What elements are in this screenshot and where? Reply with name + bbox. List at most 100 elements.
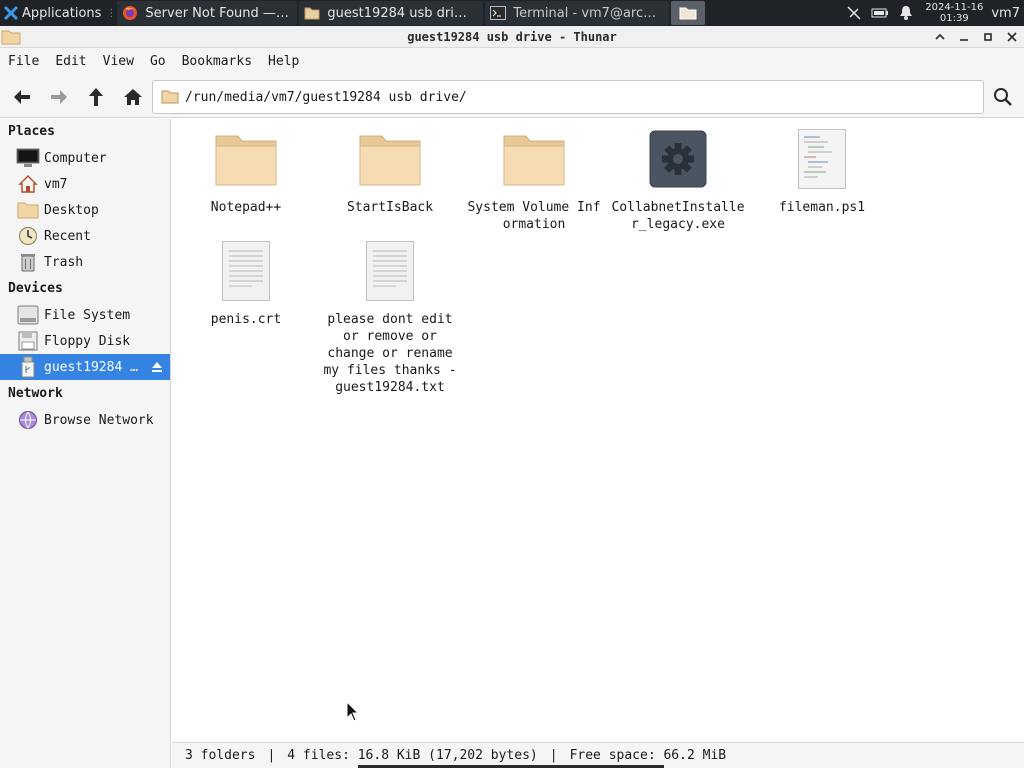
- forward-button[interactable]: [42, 80, 76, 114]
- xfce-logo-icon: [2, 4, 20, 22]
- file-item-text[interactable]: penis.crt: [174, 239, 318, 328]
- terminal-icon: [489, 4, 507, 22]
- clock[interactable]: 2024-11-16 01:39: [925, 2, 983, 24]
- sidebar-item-computer[interactable]: Computer: [0, 145, 170, 171]
- sidebar-item-label: Floppy Disk: [44, 333, 131, 349]
- file-item-executable[interactable]: CollabnetInstaller_legacy.exe: [606, 127, 750, 233]
- sidebar-heading-network: Network: [8, 386, 63, 401]
- eject-icon[interactable]: [148, 358, 166, 376]
- battery-icon[interactable]: [869, 2, 891, 24]
- sidebar-item-label: Browse Network: [44, 412, 154, 428]
- shade-button[interactable]: [928, 26, 952, 48]
- status-free-space: Free space: 66.2 MiB: [569, 748, 727, 763]
- search-button[interactable]: [986, 80, 1020, 114]
- applications-menu-button[interactable]: Applications: [0, 0, 105, 26]
- recent-icon: [16, 225, 40, 247]
- menu-help[interactable]: Help: [260, 48, 307, 76]
- file-name: StartIsBack: [346, 200, 434, 215]
- sidebar-item-floppy[interactable]: Floppy Disk: [0, 328, 170, 354]
- menu-view[interactable]: View: [95, 48, 142, 76]
- taskbar-task-terminal[interactable]: Terminal - vm7@arc…: [485, 1, 670, 25]
- folder-icon: [358, 127, 422, 191]
- close-button[interactable]: [1000, 26, 1024, 48]
- sidebar-item-label: Desktop: [44, 202, 99, 218]
- text-file-icon: [358, 239, 422, 303]
- sidebar-item-file-system[interactable]: File System: [0, 302, 170, 328]
- trash-icon: [16, 251, 40, 273]
- script-file-icon: [790, 127, 854, 191]
- home-icon: [16, 173, 40, 195]
- maximize-button[interactable]: [976, 26, 1000, 48]
- file-name: System Volume Information: [467, 200, 601, 232]
- file-item-folder[interactable]: StartIsBack: [318, 127, 462, 216]
- sidebar-item-desktop[interactable]: Desktop: [0, 197, 170, 223]
- applications-label: Applications: [22, 5, 102, 21]
- firefox-icon: [121, 4, 139, 22]
- taskbar-task-thunar[interactable]: guest19284 usb dri…: [299, 1, 484, 25]
- taskbar-task-firefox[interactable]: Server Not Found —…: [117, 1, 298, 25]
- folder-icon[interactable]: [0, 27, 22, 47]
- sidebar-item-usb-drive[interactable]: guest19284 usb drive: [0, 354, 170, 380]
- sidebar-item-label: File System: [44, 307, 131, 323]
- menu-edit[interactable]: Edit: [47, 48, 94, 76]
- sidebar: Places Computer vm7 Desktop Recent Trash…: [0, 119, 171, 768]
- sidebar-heading-places: Places: [8, 124, 55, 139]
- file-item-text[interactable]: please dont edit or remove or change or …: [318, 239, 462, 396]
- sidebar-item-browse-network[interactable]: Browse Network: [0, 407, 170, 433]
- home-button[interactable]: [116, 80, 150, 114]
- clock-time: 01:39: [939, 13, 969, 24]
- menu-file[interactable]: File: [0, 48, 47, 76]
- sidebar-item-label: Recent: [44, 228, 91, 244]
- file-name: penis.crt: [210, 312, 282, 327]
- clock-date: 2024-11-16: [925, 2, 984, 13]
- file-name: please dont edit or remove or change or …: [323, 312, 457, 395]
- back-button[interactable]: [5, 80, 39, 114]
- taskbar: Applications ⋮ Server Not Found —… guest…: [0, 0, 1024, 26]
- taskbar-workspace-button[interactable]: [671, 1, 706, 25]
- status-separator: |: [549, 748, 558, 763]
- text-file-icon: [214, 239, 278, 303]
- file-view[interactable]: Notepad++ StartIsBack System Volume Info…: [172, 119, 1024, 742]
- status-folders: 3 folders: [185, 748, 256, 763]
- file-item-folder[interactable]: Notepad++: [174, 127, 318, 216]
- sidebar-item-trash[interactable]: Trash: [0, 249, 170, 275]
- computer-icon: [16, 147, 40, 169]
- sidebar-item-recent[interactable]: Recent: [0, 223, 170, 249]
- status-separator: |: [267, 748, 276, 763]
- floppy-icon: [16, 330, 40, 352]
- notification-bell-icon[interactable]: [895, 2, 917, 24]
- user-name[interactable]: vm7: [991, 6, 1020, 21]
- sidebar-item-home[interactable]: vm7: [0, 171, 170, 197]
- folder-icon: [679, 6, 697, 20]
- location-bar[interactable]: /run/media/vm7/guest19284 usb drive/: [152, 80, 984, 114]
- sidebar-heading-devices: Devices: [8, 281, 63, 296]
- menu-go[interactable]: Go: [142, 48, 174, 76]
- window-title: guest19284 usb drive - Thunar: [407, 29, 617, 44]
- network-disconnected-icon[interactable]: [843, 2, 865, 24]
- folder-icon: [214, 127, 278, 191]
- sidebar-item-label: vm7: [44, 176, 68, 192]
- window-titlebar[interactable]: guest19284 usb drive - Thunar: [0, 26, 1024, 48]
- mouse-pointer-icon: [346, 701, 360, 722]
- desktop-folder-icon: [16, 199, 40, 221]
- parent-folder-button[interactable]: [79, 80, 113, 114]
- folder-icon: [161, 90, 179, 104]
- menu-bookmarks[interactable]: Bookmarks: [174, 48, 260, 76]
- task-label: Server Not Found —…: [145, 5, 289, 21]
- sidebar-item-label: guest19284 usb drive: [44, 359, 144, 375]
- location-path: /run/media/vm7/guest19284 usb drive/: [185, 89, 467, 105]
- drive-icon: [16, 304, 40, 326]
- status-files: 4 files: 16.8 KiB (17,202 bytes): [287, 748, 538, 763]
- executable-gear-icon: [646, 127, 710, 191]
- minimize-button[interactable]: [952, 26, 976, 48]
- usb-drive-icon: [16, 356, 40, 378]
- menubar: File Edit View Go Bookmarks Help: [0, 48, 1024, 76]
- folder-icon: [502, 127, 566, 191]
- network-icon: [16, 409, 40, 431]
- sidebar-item-label: Trash: [44, 254, 84, 270]
- file-name: fileman.ps1: [778, 200, 866, 215]
- system-tray: 2024-11-16 01:39 vm7: [841, 0, 1024, 26]
- sidebar-item-label: Computer: [44, 150, 107, 166]
- file-item-folder[interactable]: System Volume Information: [462, 127, 606, 233]
- file-item-script[interactable]: fileman.ps1: [750, 127, 894, 216]
